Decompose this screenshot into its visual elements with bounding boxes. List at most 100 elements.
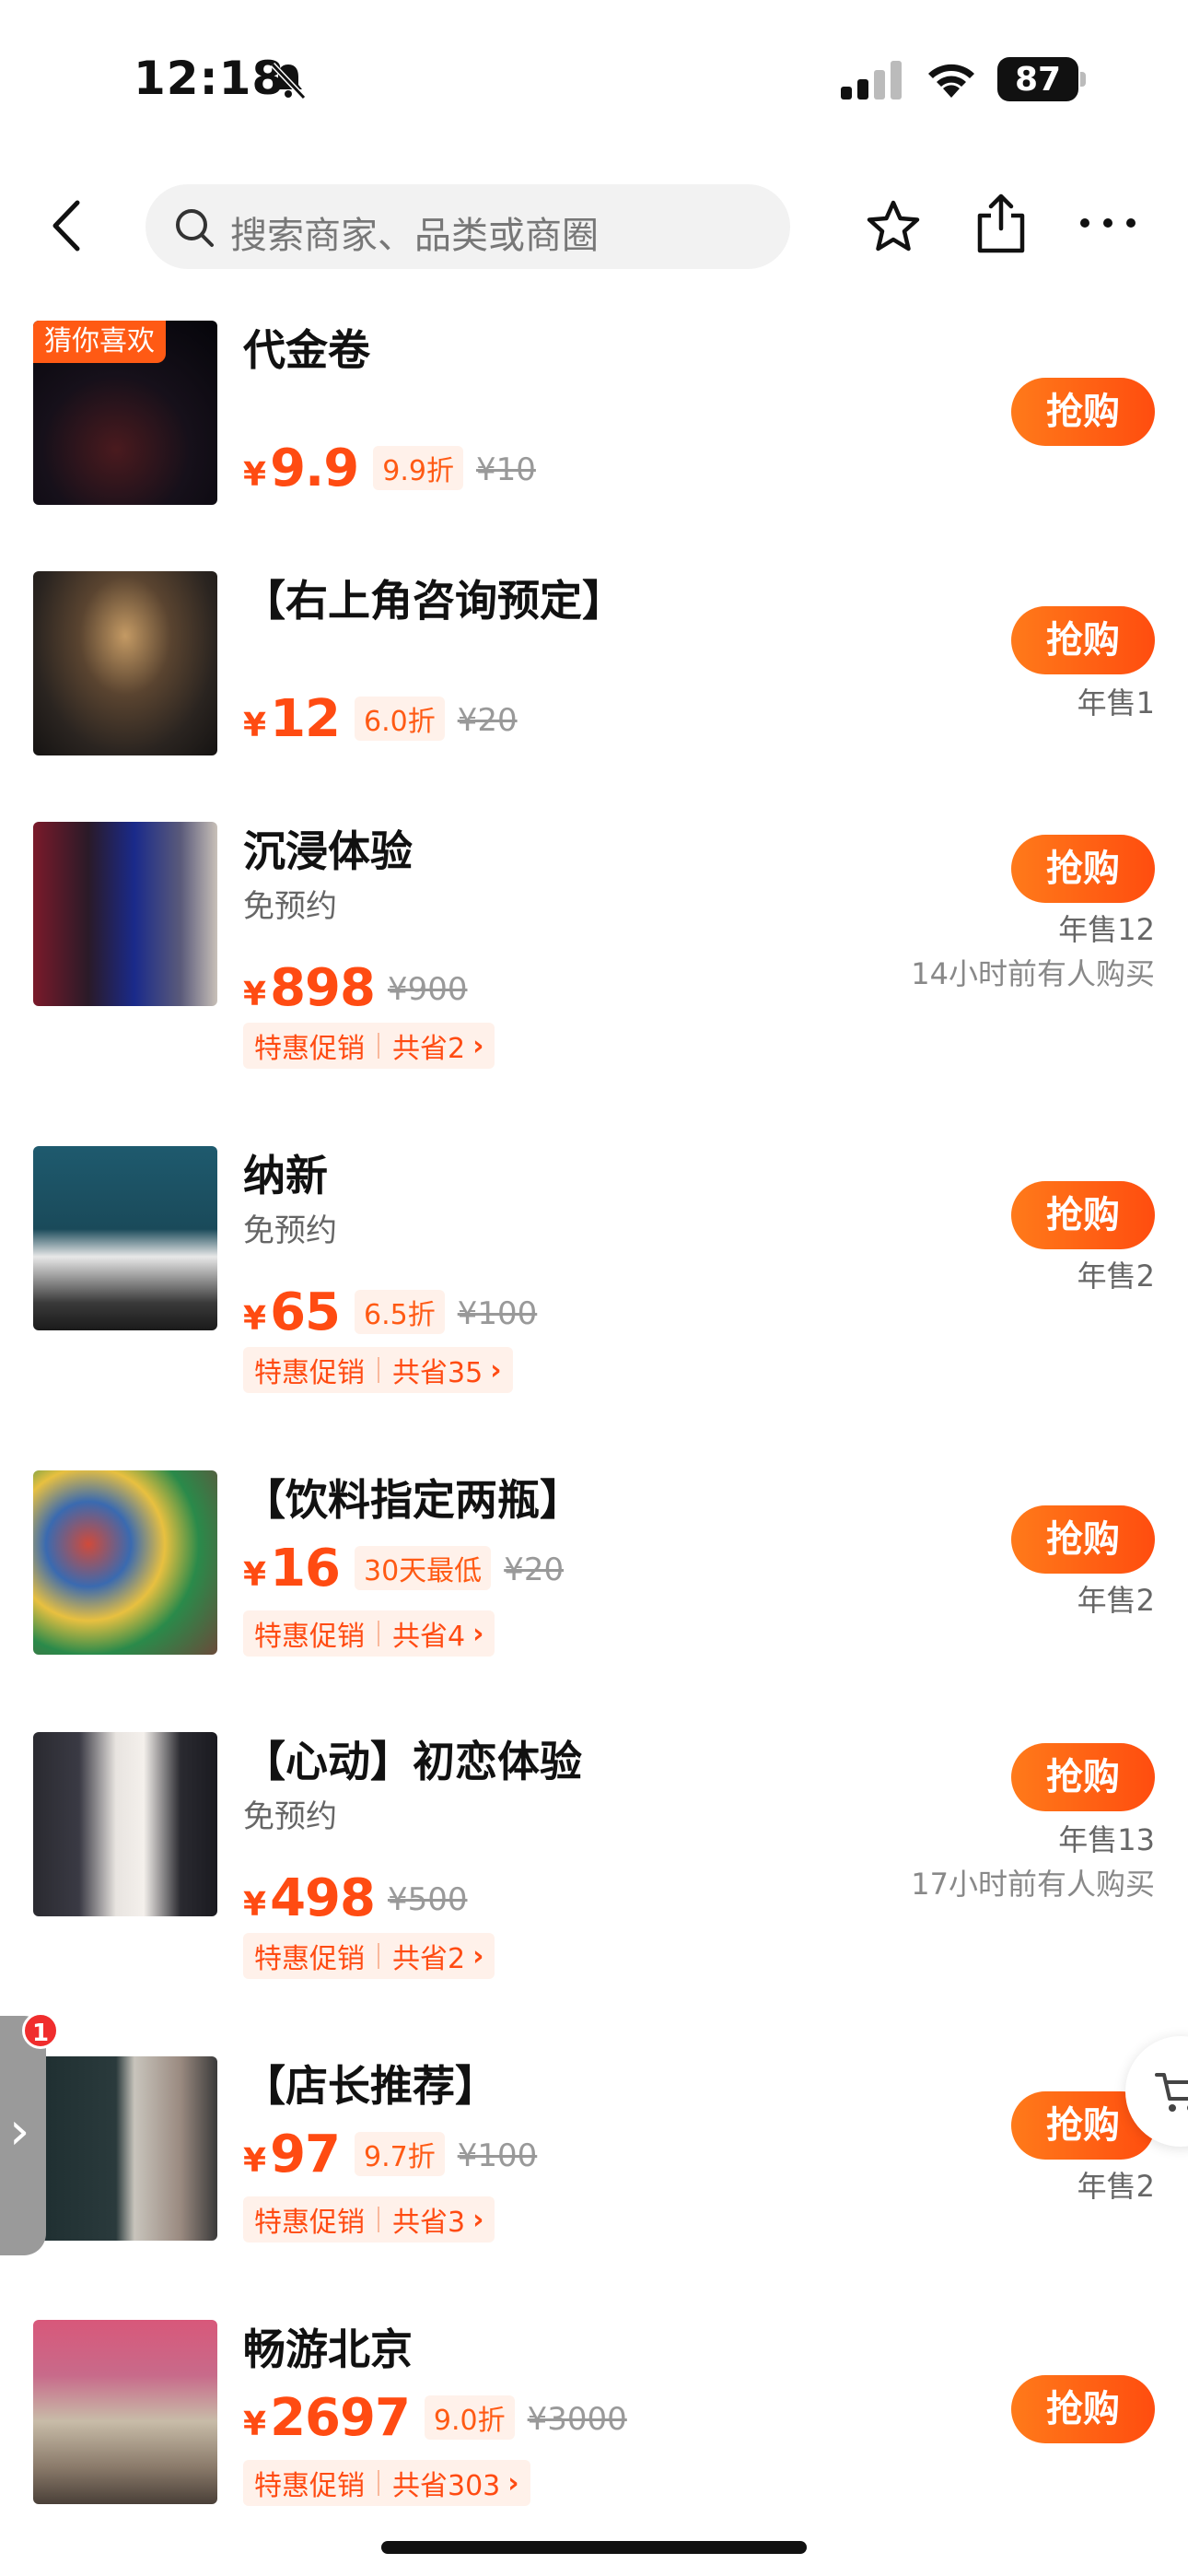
currency-symbol: ¥: [243, 456, 267, 494]
status-time: 12:18: [134, 52, 285, 105]
battery-percentage: 87: [1014, 61, 1062, 99]
booking-note: 免预约: [243, 1798, 337, 1835]
promo-tag[interactable]: 特惠促销 共省2 ›: [243, 1023, 495, 1069]
chevron-right-icon: ›: [9, 2102, 30, 2161]
list-item[interactable]: 【饮料指定两瓶】 ¥ 16 30天最低 ¥20 特惠促销 共省4 › 抢购 年售…: [0, 1463, 1188, 1703]
cart-icon: [1155, 2073, 1188, 2112]
booking-note: 免预约: [243, 888, 337, 925]
notification-badge: 1: [22, 2012, 59, 2049]
buy-button[interactable]: 抢购: [1011, 1505, 1155, 1574]
buy-button[interactable]: 抢购: [1011, 1743, 1155, 1811]
discount-badge: 9.9折: [373, 446, 463, 490]
currency-symbol: ¥: [243, 1886, 267, 1924]
promo-saving: 共省35: [392, 1357, 483, 1389]
original-price: ¥900: [387, 971, 468, 1008]
list-item[interactable]: 【右上角咨询预定】 ¥ 12 6.0折 ¥20 抢购 年售1: [0, 564, 1188, 794]
sale-price: 16: [270, 1539, 341, 1598]
chevron-right-icon: ›: [472, 1029, 484, 1062]
list-item[interactable]: 畅游北京 ¥ 2697 9.0折 ¥3000 特惠促销 共省303 › 抢购: [0, 2313, 1188, 2534]
original-price: ¥20: [504, 1551, 565, 1588]
chevron-left-icon[interactable]: [42, 195, 98, 256]
bell-muted-icon: [270, 62, 307, 100]
product-title: 【右上角咨询预定】: [243, 576, 624, 626]
sale-price: 898: [270, 958, 376, 1018]
search-placeholder: 搜索商家、品类或商圈: [230, 215, 599, 257]
product-title: 代金卷: [243, 325, 370, 375]
search-input[interactable]: 搜索商家、品类或商圈: [146, 184, 790, 269]
search-icon: [176, 209, 214, 247]
discount-badge: 9.7折: [355, 2132, 445, 2176]
list-item[interactable]: 纳新 免预约 ¥ 65 6.5折 ¥100 特惠促销 共省35 › 抢购 年售2: [0, 1139, 1188, 1443]
product-thumbnail: [33, 1732, 217, 1916]
price-row: ¥ 97 9.7折 ¥100: [243, 2125, 537, 2189]
promo-saving: 共省3: [392, 2207, 466, 2239]
chevron-right-icon: ›: [472, 1617, 484, 1650]
promo-label: 特惠促销: [254, 1033, 365, 1065]
product-title: 【店长推荐】: [243, 2061, 497, 2111]
home-indicator: [381, 2541, 807, 2554]
promo-saving: 共省2: [392, 1033, 466, 1065]
list-item[interactable]: 【心动】初恋体验 免预约 ¥ 498 ¥500 特惠促销 共省2 › 抢购 年售…: [0, 1725, 1188, 2029]
buy-button[interactable]: 抢购: [1011, 606, 1155, 674]
list-item[interactable]: 【店长推荐】 ¥ 97 9.7折 ¥100 特惠促销 共省3 › 抢购 年售2: [0, 2049, 1188, 2289]
original-price: ¥500: [387, 1881, 468, 1918]
product-thumbnail: [33, 2056, 217, 2241]
sale-price: 498: [270, 1868, 376, 1928]
original-price: ¥100: [457, 1295, 538, 1332]
chevron-right-icon: ›: [472, 2203, 484, 2236]
price-row: ¥ 2697 9.0折 ¥3000: [243, 2388, 627, 2453]
promo-label: 特惠促销: [254, 2207, 365, 2239]
promo-tag[interactable]: 特惠促销 共省2 ›: [243, 1933, 495, 1979]
discount-badge: 6.0折: [355, 697, 445, 741]
annual-sales: 年售2: [1077, 1583, 1155, 1618]
annual-sales: 年售13: [1058, 1822, 1155, 1857]
currency-symbol: ¥: [243, 1300, 267, 1338]
side-drawer-handle[interactable]: ›: [0, 2016, 46, 2255]
currency-symbol: ¥: [243, 976, 267, 1013]
promo-tag[interactable]: 特惠促销 共省303 ›: [243, 2460, 530, 2506]
promo-saving: 共省4: [392, 1621, 466, 1653]
original-price: ¥3000: [527, 2401, 627, 2438]
discount-badge: 9.0折: [424, 2395, 515, 2440]
promo-label: 特惠促销: [254, 1621, 365, 1653]
list-item[interactable]: 沉浸体验 免预约 ¥ 898 ¥900 特惠促销 共省2 › 抢购 年售12 1…: [0, 814, 1188, 1118]
product-thumbnail: [33, 571, 217, 755]
annual-sales: 年售12: [1058, 912, 1155, 947]
sale-price: 65: [270, 1282, 341, 1342]
discount-badge: 6.5折: [355, 1290, 445, 1334]
product-title: 【心动】初恋体验: [243, 1737, 582, 1786]
product-thumbnail: [33, 1470, 217, 1655]
sale-price: 97: [270, 2125, 341, 2184]
recommend-tag: 猜你喜欢: [33, 321, 166, 363]
booking-note: 免预约: [243, 1212, 337, 1249]
star-icon[interactable]: [864, 197, 923, 256]
buy-button[interactable]: 抢购: [1011, 1181, 1155, 1249]
price-row: ¥ 898 ¥900: [243, 958, 468, 1023]
share-icon[interactable]: [973, 192, 1030, 256]
original-price: ¥10: [475, 451, 536, 488]
buy-button[interactable]: 抢购: [1011, 2375, 1155, 2443]
product-thumbnail: [33, 1146, 217, 1330]
promo-tag[interactable]: 特惠促销 共省3 ›: [243, 2196, 495, 2242]
more-icon[interactable]: [1077, 212, 1138, 234]
product-thumbnail: [33, 822, 217, 1006]
buy-button[interactable]: 抢购: [1011, 835, 1155, 903]
cellular-signal-icon: [841, 61, 902, 100]
chevron-right-icon: ›: [490, 1353, 502, 1387]
promo-tag[interactable]: 特惠促销 共省35 ›: [243, 1347, 513, 1393]
top-nav-bar: 搜索商家、品类或商圈: [0, 175, 1188, 276]
promo-saving: 共省303: [392, 2470, 501, 2502]
price-row: ¥ 9.9 9.9折 ¥10: [243, 439, 536, 503]
promo-label: 特惠促销: [254, 1357, 365, 1389]
discount-badge: 30天最低: [355, 1546, 492, 1590]
price-row: ¥ 498 ¥500: [243, 1868, 468, 1933]
promo-tag[interactable]: 特惠促销 共省4 ›: [243, 1610, 495, 1657]
list-item[interactable]: 猜你喜欢 代金卷 ¥ 9.9 9.9折 ¥10 抢购: [0, 313, 1188, 544]
product-title: 沉浸体验: [243, 826, 413, 876]
product-thumbnail: 猜你喜欢: [33, 321, 217, 505]
price-row: ¥ 12 6.0折 ¥20: [243, 689, 518, 754]
promo-label: 特惠促销: [254, 2470, 365, 2502]
sale-price: 2697: [270, 2388, 411, 2448]
promo-label: 特惠促销: [254, 1943, 365, 1975]
buy-button[interactable]: 抢购: [1011, 378, 1155, 446]
